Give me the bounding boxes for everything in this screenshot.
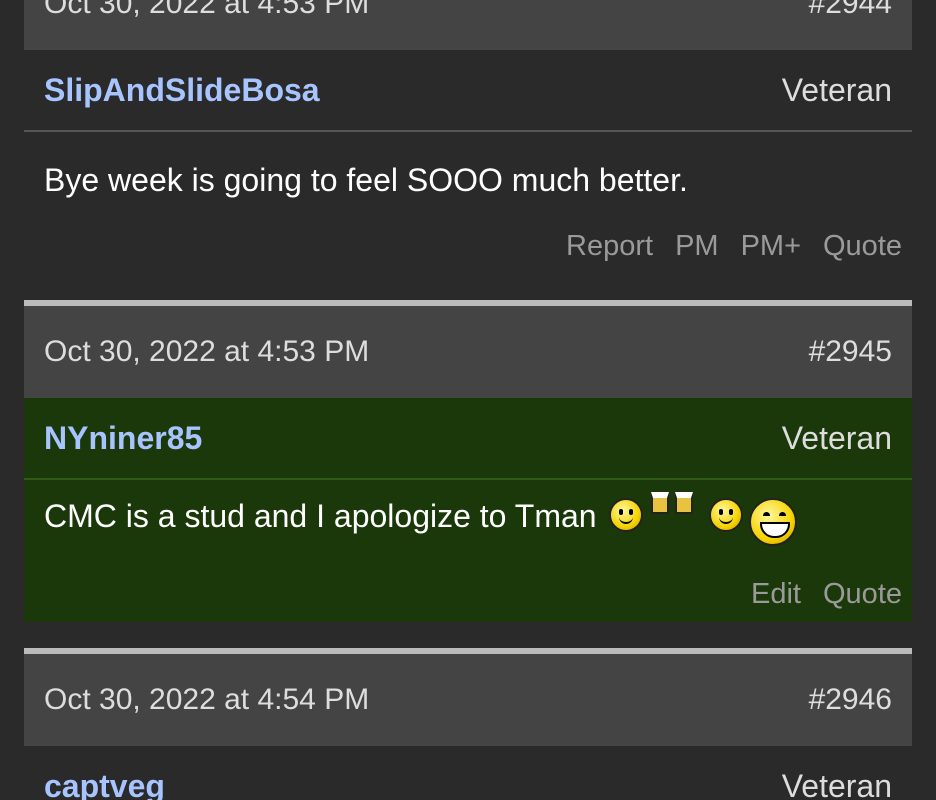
post-number[interactable]: #2945 [809,335,892,369]
post-header: Oct 30, 2022 at 4:53 PM #2944 [24,0,912,50]
post-number[interactable]: #2944 [809,0,892,21]
post-date: Oct 30, 2022 at 4:53 PM [44,0,370,20]
post-header: Oct 30, 2022 at 4:53 PM #2945 [24,306,912,398]
post-content: CMC is a stud and I apologize to Tman Ed… [24,480,912,622]
post-header: Oct 30, 2022 at 4:54 PM #2946 [24,654,912,746]
author-row: SlipAndSlideBosa Veteran [24,50,912,132]
beer-mug-icon [674,492,693,514]
post-body-text: CMC is a stud and I apologize to Tman [44,498,597,534]
post-body: Bye week is going to feel SOOO much bett… [44,162,688,198]
post-2944: Oct 30, 2022 at 4:53 PM #2944 SlipAndSli… [24,0,912,274]
post-number[interactable]: #2946 [809,683,892,717]
author-row: captveg Veteran [24,746,912,800]
pm-button[interactable]: PM [675,230,719,263]
post-actions: Report PM PM+ Quote [24,224,912,268]
smiley-icon [608,498,643,532]
grin-icon [748,498,797,546]
report-button[interactable]: Report [566,230,653,263]
beer-cheers-icon [645,488,701,518]
post-date: Oct 30, 2022 at 4:54 PM [44,683,370,716]
author-link[interactable]: SlipAndSlideBosa [44,72,320,109]
author-link[interactable]: captveg [44,768,165,800]
user-rank: Veteran [781,768,892,800]
author-row: NYniner85 Veteran [24,398,912,480]
post-2946: Oct 30, 2022 at 4:54 PM #2946 captveg Ve… [24,648,912,800]
post-body: CMC is a stud and I apologize to Tman [24,480,912,572]
edit-button[interactable]: Edit [751,578,801,611]
smiley-icon [708,498,743,532]
author-link[interactable]: NYniner85 [44,420,202,457]
post-content: Bye week is going to feel SOOO much bett… [24,132,912,274]
beer-mug-icon [650,492,669,514]
quote-button[interactable]: Quote [823,578,902,611]
quote-button[interactable]: Quote [823,230,902,263]
post-date: Oct 30, 2022 at 4:53 PM [44,335,370,368]
user-rank: Veteran [781,419,892,456]
post-actions: Edit Quote [24,572,912,616]
pm-plus-button[interactable]: PM+ [741,230,801,263]
post-2945: Oct 30, 2022 at 4:53 PM #2945 NYniner85 … [24,300,912,622]
user-rank: Veteran [781,71,892,108]
